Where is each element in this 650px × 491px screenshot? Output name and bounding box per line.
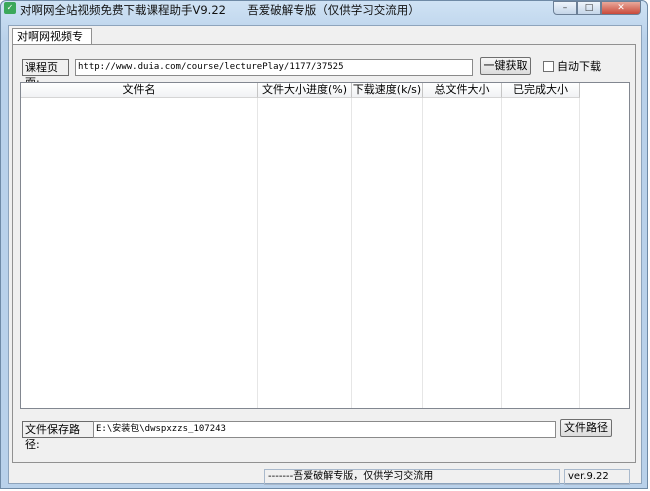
app-window: ✓ 对啊网全站视频免费下载课程助手V9.22 吾爱破解专版（仅供学习交流用） –… [0,0,648,489]
column-divider [257,98,258,408]
download-list[interactable]: 文件名 文件大小进度(%) 下载速度(k/s) 总文件大小 已完成大小 [20,82,630,409]
column-header-filename[interactable]: 文件名 [21,83,258,98]
tab-duia-video[interactable]: 对啊网视频专下 [12,28,92,59]
column-header-done-size[interactable]: 已完成大小 [502,83,580,98]
window-controls: – □ ✕ [553,1,641,15]
column-header-speed[interactable]: 下载速度(k/s) [352,83,423,98]
column-header-progress-label: 进度(%) [305,83,348,96]
window-title-main: 对啊网全站视频免费下载课程助手V9.22 [20,3,226,17]
column-header-done-size-label: 已完成大小 [513,83,568,96]
status-message: -------吾爱破解专版，仅供学习交流用 [264,469,560,485]
maximize-button[interactable]: □ [577,1,601,15]
choose-path-button[interactable]: 文件路径 [560,419,612,437]
client-area: 对啊网视频专下 课程页面: http://www.duia.com/course… [8,25,642,484]
column-header-total-size[interactable]: 总文件大小 [423,83,502,98]
status-bar: -------吾爱破解专版，仅供学习交流用 ver.9.22 [1,466,647,488]
column-header-total-size-label: 总文件大小 [434,83,490,96]
window-title: 对啊网全站视频免费下载课程助手V9.22 吾爱破解专版（仅供学习交流用） [20,2,420,18]
column-divider [351,98,352,408]
course-url-input[interactable]: http://www.duia.com/course/lecturePlay/1… [75,59,473,76]
fetch-button[interactable]: 一键获取 [480,57,531,75]
column-divider [422,98,423,408]
minimize-button[interactable]: – [553,1,577,15]
column-header-size-progress[interactable]: 文件大小进度(%) [258,83,352,98]
window-title-subtitle: 吾爱破解专版（仅供学习交流用） [247,3,420,17]
column-header-filename-label: 文件名 [122,83,156,96]
close-button[interactable]: ✕ [601,1,641,15]
save-path-label: 文件保存路径: [22,421,95,451]
list-body[interactable] [21,98,629,408]
maximize-icon: □ [584,3,594,13]
tab-panel: 课程页面: http://www.duia.com/course/lecture… [12,44,636,463]
column-divider [501,98,502,408]
title-bar[interactable]: ✓ 对啊网全站视频免费下载课程助手V9.22 吾爱破解专版（仅供学习交流用） –… [1,1,647,17]
status-version: ver.9.22 [564,469,630,485]
course-page-label: 课程页面: [22,59,69,89]
save-path-input[interactable]: E:\安装包\dwspxzzs_107243 [93,421,556,438]
auto-download-label: 自动下载 [557,60,601,73]
column-header-size-label: 文件大小 [261,83,306,96]
column-header-speed-label: 下载速度(k/s) [352,83,422,96]
auto-download-checkbox[interactable] [543,61,554,72]
column-divider [579,98,580,408]
close-icon: ✕ [617,3,625,13]
minimize-icon: – [562,3,568,13]
list-header: 文件名 文件大小进度(%) 下载速度(k/s) 总文件大小 已完成大小 [21,83,580,98]
app-icon: ✓ [4,2,16,14]
